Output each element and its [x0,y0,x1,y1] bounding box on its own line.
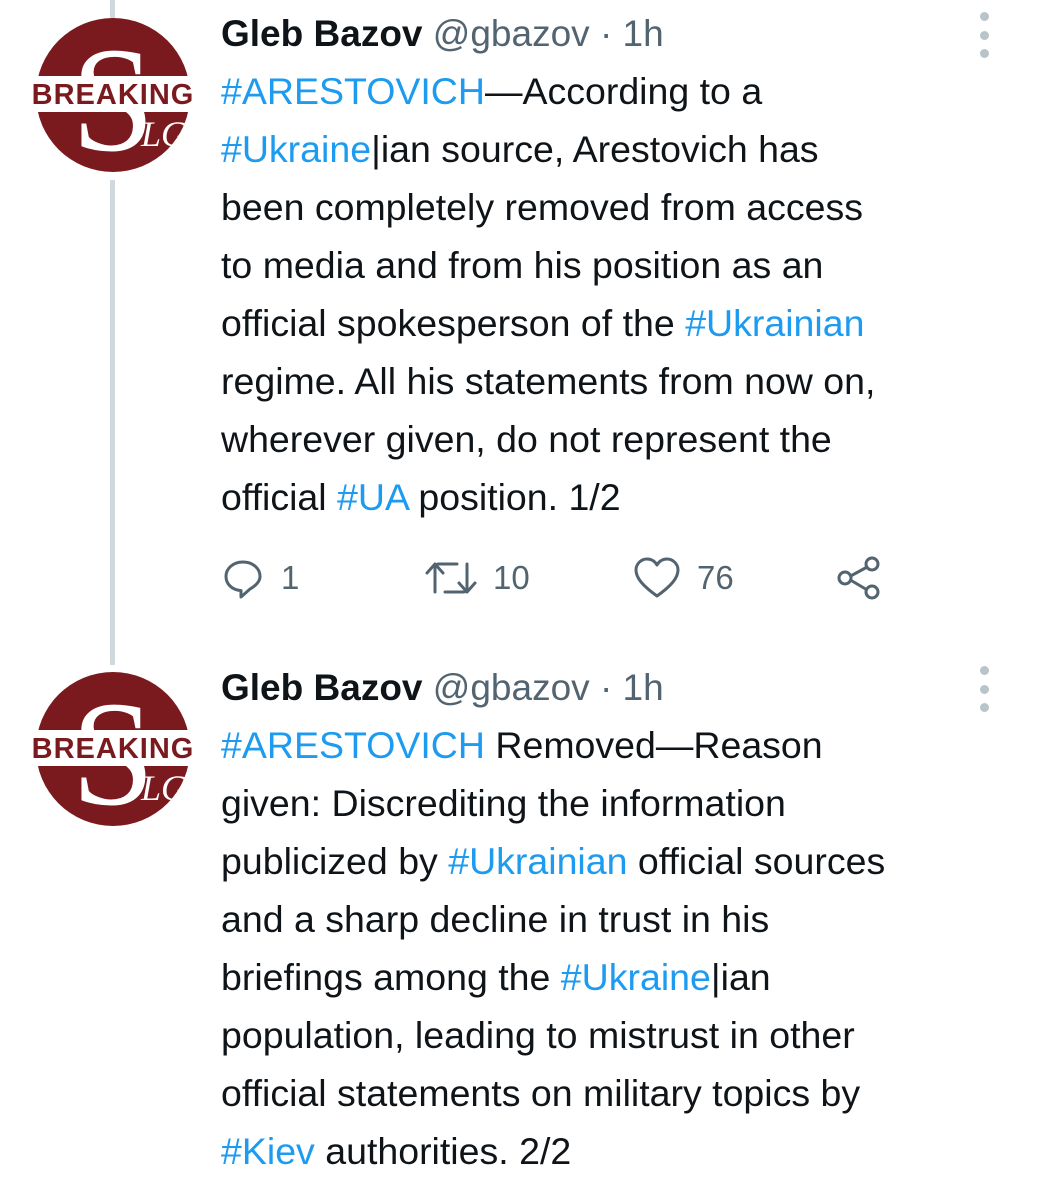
tweet-header: Gleb Bazov @gbazov · 1h [221,668,664,708]
avatar-banner-text: BREAKING [32,733,195,765]
tweet-text: #ARESTOVICH Removed—Reason given: Discred… [221,716,1021,1180]
tweet-text-line: and a sharp decline in trust in his [221,890,1021,948]
retweet-icon [425,562,477,594]
hashtag-link[interactable]: #ARESTOVICH [221,70,485,112]
hashtag-link[interactable]: #Kiev [221,1130,315,1172]
separator-dot: · [599,667,613,708]
tweet-text-segment: regime. All his statements from now on, [221,360,876,402]
thread-connector-line [110,180,115,665]
hashtag-link[interactable]: #Ukrainian [448,840,627,882]
author-avatar[interactable]: S BREAKING LG [0,17,226,183]
tweet-text-segment: population, leading to mistrust in other [221,1014,855,1056]
tweet-text-segment: and a sharp decline in trust in his [221,898,770,940]
share-icon [837,556,880,600]
tweet-text-line: been completely removed from access [221,178,1021,236]
tweet-text-segment: official spokesperson of the [221,302,686,344]
tweet-header: Gleb Bazov @gbazov · 1h [221,14,664,54]
tweet-text-segment: |ian source, Arestovich has [371,128,819,170]
tweet-text-segment: to media and from his position as an [221,244,824,286]
retweet-count: 10 [493,559,530,596]
tweet-text-segment: authorities. 2/2 [314,1130,572,1172]
tweet-actions: 1 10 76 [221,555,921,601]
tweet-text: #ARESTOVICH—According to a #Ukraine|ian s… [221,62,1021,526]
tweet-text-line: official statements on military topics b… [221,1064,1021,1122]
tweet-text-segment: position. 1/2 [407,476,621,518]
tweet-text-line: #ARESTOVICH Removed—Reason [221,716,1021,774]
avatar-sub-letters: LG [140,114,187,154]
tweet-text-line: given: Discrediting the information [221,774,1021,832]
tweet-text-line: regime. All his statements from now on, [221,352,1021,410]
tweet-text-line: publicized by #Ukrainian official source… [221,832,1021,890]
author-avatar[interactable]: S BREAKING LG [0,671,226,837]
reply-count: 1 [281,559,300,596]
hashtag-link[interactable]: #Ukrainian [685,302,864,344]
tweet-time[interactable]: 1h [623,13,664,54]
tweet-text-segment: given: Discrediting the information [221,782,786,824]
more-options-icon[interactable] [972,12,996,58]
tweet-text-line: briefings among the #Ukraine|ian [221,948,1021,1006]
hashtag-link[interactable]: #Ukraine [221,128,371,170]
tweet-time[interactable]: 1h [623,667,664,708]
breaking-slg-logo: S BREAKING LG [0,671,226,837]
tweet-text-segment: publicized by [221,840,449,882]
tweet-text-segment: been completely removed from access [221,186,863,228]
author-handle[interactable]: @gbazov [433,13,590,54]
tweet-text-line: #Ukraine|ian source, Arestovich has [221,120,1021,178]
retweet-button[interactable]: 10 [425,555,530,601]
reply-button[interactable]: 1 [221,555,299,601]
breaking-slg-logo: S BREAKING LG [0,17,226,183]
tweet-text-segment: official [221,476,338,518]
author-name[interactable]: Gleb Bazov [221,667,423,708]
tweet-text-segment: Removed—Reason [484,724,823,766]
heart-icon [634,557,680,598]
tweet-text-segment: briefings among the [221,956,561,998]
author-handle[interactable]: @gbazov [433,667,590,708]
author-name[interactable]: Gleb Bazov [221,13,423,54]
tweet-text-segment: |ian [710,956,771,998]
tweet-text-line: to media and from his position as an [221,236,1021,294]
tweet-text-line: wherever given, do not represent the [221,410,1021,468]
separator-dot: · [599,13,613,54]
avatar-sub-letters: LG [140,768,187,808]
tweet-text-segment: official sources [627,840,886,882]
tweet-text-segment: official statements on military topics b… [221,1072,861,1114]
hashtag-link[interactable]: #ARESTOVICH [221,724,485,766]
thread-connector-line [110,0,115,18]
tweet-text-segment: wherever given, do not represent the [221,418,832,460]
hashtag-link[interactable]: #Ukraine [561,956,711,998]
avatar-banner-text: BREAKING [32,79,195,111]
more-options-icon[interactable] [972,666,996,712]
tweet-text-segment: —According to a [484,70,763,112]
like-count: 76 [697,559,734,596]
tweet-text-line: official spokesperson of the #Ukrainian [221,294,1021,352]
reply-icon [224,560,262,599]
like-button[interactable]: 76 [633,555,734,601]
tweet-text-line: population, leading to mistrust in other [221,1006,1021,1064]
tweet-text-line: #Kiev authorities. 2/2 [221,1122,1021,1180]
tweet-text-line: official #UA position. 1/2 [221,468,1021,526]
share-button[interactable] [835,555,883,601]
hashtag-link[interactable]: #UA [337,476,408,518]
tweet-text-line: #ARESTOVICH—According to a [221,62,1021,120]
